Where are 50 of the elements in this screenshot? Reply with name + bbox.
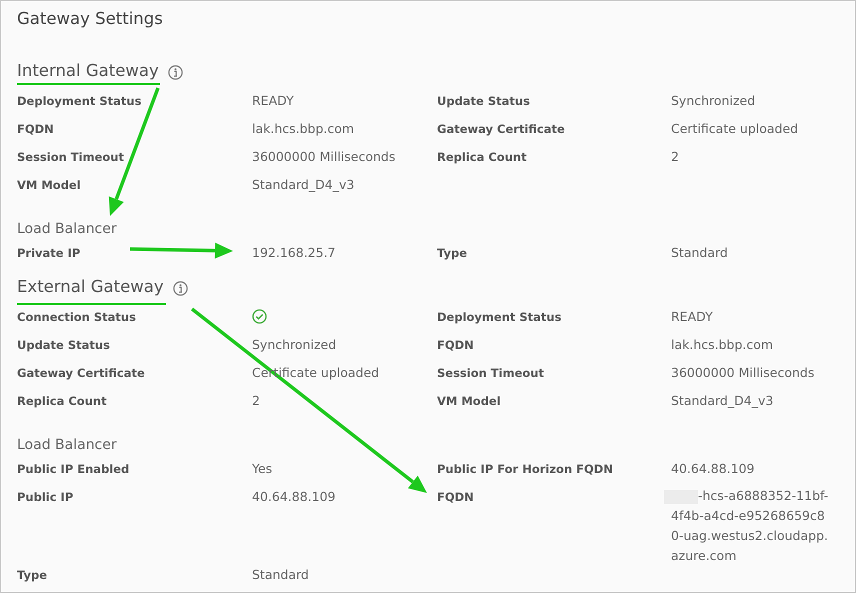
field-label: Gateway Certificate	[437, 121, 565, 136]
field-value: 40.64.88.109	[671, 460, 756, 476]
field-label: Type	[17, 567, 48, 582]
field-label: Session Timeout	[17, 149, 124, 164]
field-value: Synchronized	[671, 92, 756, 108]
field-value: 192.168.25.7	[252, 244, 336, 260]
field-label: Private IP	[17, 245, 80, 260]
field-value: lak.hcs.bbp.com	[252, 120, 356, 136]
check-circle-icon	[252, 309, 267, 324]
field-label: Session Timeout	[437, 365, 544, 380]
field-label: Replica Count	[437, 149, 527, 164]
field-label: VM Model	[437, 393, 501, 408]
field-value: Standard	[252, 566, 310, 582]
info-icon[interactable]	[168, 65, 183, 80]
field-value: Yes	[252, 460, 274, 476]
field-label: Replica Count	[17, 393, 107, 408]
field-label: Type	[437, 245, 468, 260]
field-value: Standard	[671, 244, 729, 260]
subsection-heading: Load Balancer	[17, 437, 118, 455]
field-label: Gateway Certificate	[17, 365, 145, 380]
field-label: Public IP For Horizon FQDN	[437, 461, 613, 476]
field-value: Synchronized	[252, 336, 338, 352]
field-value: lak.hcs.bbp.com	[671, 336, 774, 352]
field-label: Update Status	[17, 337, 110, 352]
field-label: Deployment Status	[17, 93, 142, 108]
field-label: Public IP Enabled	[17, 461, 130, 476]
field-value: Standard_D4_v3	[252, 176, 356, 192]
field-value: Standard_D4_v3	[671, 392, 774, 408]
field-value: READY	[252, 92, 295, 108]
field-value: -hcs-a6888352-11bf-4f4b-a4cd-e95268659c80-uag.westus2.cloudapp.azure.com	[671, 488, 828, 563]
field-value: 2	[671, 148, 680, 164]
field-label: Public IP	[17, 489, 74, 504]
field-value: 2	[252, 392, 261, 408]
field-label: Update Status	[437, 93, 530, 108]
field-label: FQDN	[437, 337, 474, 352]
field-value: 36000000 Milliseconds	[252, 148, 396, 164]
field-label: FQDN	[437, 489, 474, 504]
field-label: FQDN	[17, 121, 54, 136]
section-heading: Internal Gateway	[17, 61, 159, 80]
field-value: Certificate uploaded	[671, 120, 800, 136]
subsection-heading: Load Balancer	[17, 221, 118, 239]
info-icon[interactable]	[172, 281, 188, 296]
panel-title: Gateway Settings	[17, 9, 164, 30]
field-label: Connection Status	[17, 309, 136, 324]
field-value: 36000000 Milliseconds	[671, 364, 816, 380]
field-value: 40.64.88.109	[252, 488, 336, 504]
field-label: Deployment Status	[437, 309, 562, 324]
field-value: READY	[671, 308, 714, 324]
section-heading: External Gateway	[17, 277, 164, 296]
field-label: VM Model	[17, 177, 81, 192]
